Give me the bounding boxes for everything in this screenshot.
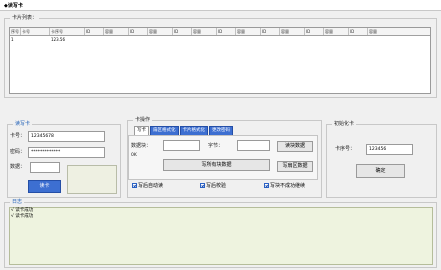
log-title: 日志 [10, 199, 25, 206]
column-header[interactable]: 容量 [368, 28, 393, 35]
column-header[interactable]: 容量 [192, 28, 217, 35]
read-block-button[interactable]: 读块数据 [277, 141, 313, 152]
init-group: 初始化卡 [326, 121, 437, 198]
tab-write[interactable]: 写卡 [134, 126, 149, 135]
table-cell: 123.56 [51, 37, 65, 42]
verify-checkbox[interactable]: 写后校验 [200, 183, 226, 190]
column-header[interactable]: 容量 [324, 28, 349, 35]
card-ops-title: 卡操作 [133, 117, 153, 124]
status-note: 0K [131, 153, 137, 158]
window-title: ◆读写卡 [4, 3, 23, 9]
byte-label: 字节： [208, 143, 224, 149]
tab-sector-format[interactable]: 扇区格式化 [150, 126, 179, 135]
column-header[interactable]: 容量 [236, 28, 261, 35]
card-table[interactable]: 序号 卡号 卡序号 ID 容量 ID 容量 ID 容量 ID 容量 ID 容量 … [9, 27, 431, 94]
init-serial-input[interactable]: 123456 [366, 144, 413, 155]
table-row[interactable]: 1 123.56 [10, 36, 430, 43]
read-card-button[interactable]: 读卡 [28, 180, 61, 193]
card-number-input[interactable]: 12345678 [28, 131, 105, 142]
ops-tabs: 写卡 扇区格式化 卡片格式化 更改密码 [134, 126, 234, 135]
init-title: 初始化卡 [332, 121, 357, 128]
table-cell [21, 36, 50, 43]
password-input[interactable]: ************* [28, 147, 105, 158]
log-line: √ 读卡成功 [11, 214, 34, 219]
column-header[interactable]: 容量 [280, 28, 305, 35]
data-block-label: 数据块： [131, 143, 152, 149]
title-bar: ◆读写卡 [0, 0, 441, 11]
column-header[interactable]: ID [305, 28, 324, 35]
card-list-title: 卡片列表： [10, 15, 40, 22]
column-header[interactable]: ID [217, 28, 236, 35]
init-serial-label: 卡序号： [335, 146, 356, 152]
verify-label: 写后校验 [206, 183, 227, 189]
continue-on-fail-checkbox[interactable]: 写块不成功继续 [264, 183, 305, 190]
column-header[interactable]: ID [173, 28, 192, 35]
byte-input[interactable] [237, 140, 270, 151]
column-header[interactable]: 序号 [10, 28, 21, 35]
data-block-input[interactable] [163, 140, 200, 151]
data-label: 数据： [10, 164, 26, 170]
tab-change-password[interactable]: 更改密码 [209, 126, 233, 135]
column-header[interactable]: ID [85, 28, 104, 35]
table-header: 序号 卡号 卡序号 ID 容量 ID 容量 ID 容量 ID 容量 ID 容量 … [10, 28, 430, 36]
init-confirm-button[interactable]: 确定 [356, 164, 405, 178]
auto-read-checkbox[interactable]: 写后自动读 [132, 183, 163, 190]
column-header[interactable]: 容量 [104, 28, 129, 35]
write-sector-button[interactable]: 写扇区数据 [277, 161, 313, 172]
card-number-label: 卡号： [10, 133, 26, 139]
tab-card-format[interactable]: 卡片格式化 [179, 126, 208, 135]
checkbox-checked-icon [264, 183, 269, 188]
reader-title: 读写卡 [13, 121, 33, 128]
data-input[interactable] [30, 162, 60, 173]
password-label: 密码： [10, 149, 26, 155]
column-header[interactable]: ID [129, 28, 148, 35]
column-header[interactable]: 卡序号 [50, 28, 85, 35]
table-cell: 1 [11, 37, 14, 42]
auto-read-label: 写后自动读 [138, 183, 164, 189]
checkbox-checked-icon [200, 183, 205, 188]
log-textarea[interactable]: √ 读卡成功 √ 读卡成功 [9, 207, 433, 265]
card-preview-panel [67, 165, 117, 194]
checkbox-checked-icon [132, 183, 137, 188]
column-header[interactable]: ID [261, 28, 280, 35]
column-header[interactable]: 容量 [148, 28, 173, 35]
column-header[interactable]: 卡号 [21, 28, 50, 35]
column-header[interactable]: ID [349, 28, 368, 35]
continue-on-fail-label: 写块不成功继续 [270, 183, 306, 189]
write-all-blocks-button[interactable]: 写所有块数据 [163, 159, 270, 171]
